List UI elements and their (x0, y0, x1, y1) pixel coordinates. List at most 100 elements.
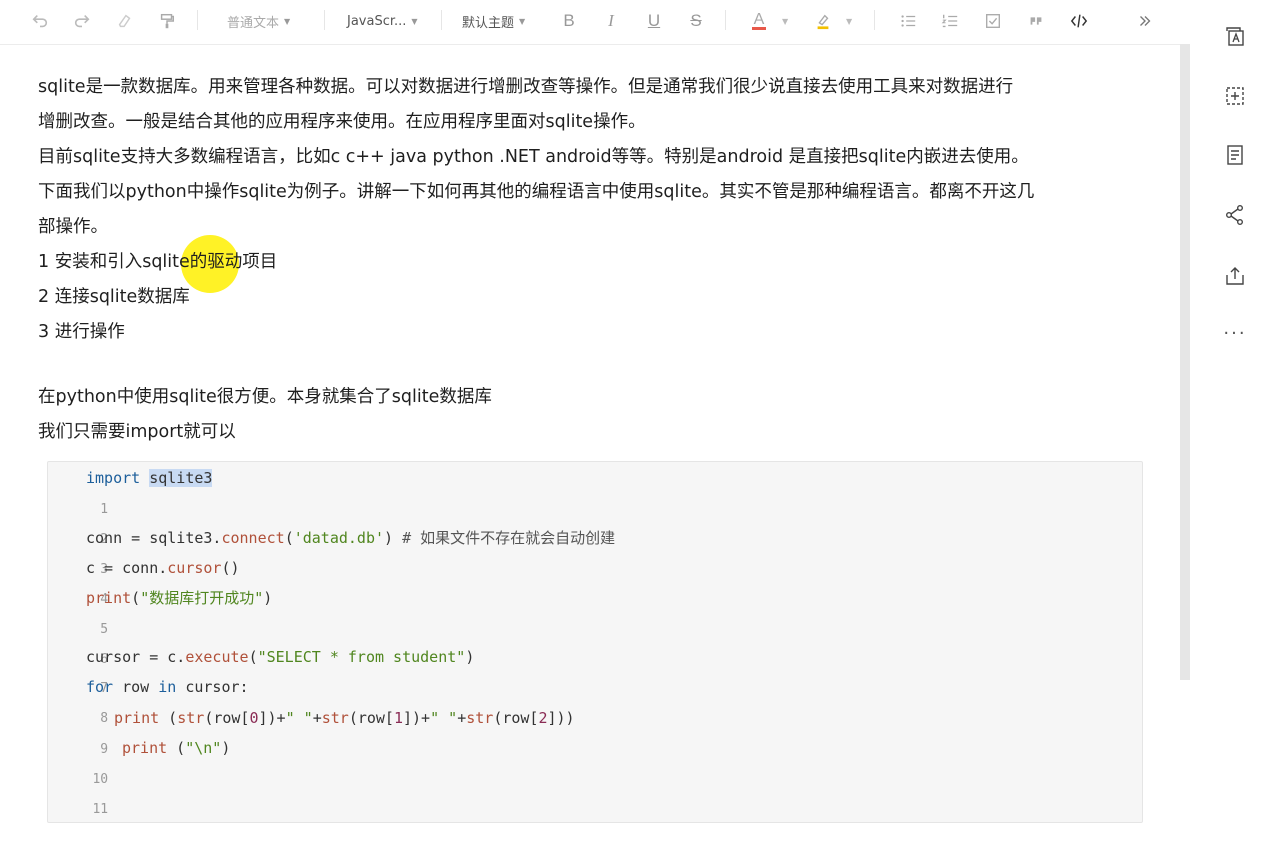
italic-label: I (608, 11, 614, 30)
code-text: ) (221, 739, 231, 757)
toolbar-divider (441, 10, 442, 30)
code-string: "数据库打开成功" (140, 589, 264, 607)
document-outline-icon[interactable] (1223, 143, 1247, 167)
highlight-color-icon[interactable] (810, 8, 836, 34)
checkbox-list-icon[interactable] (980, 8, 1006, 34)
code-line: 11 (48, 763, 1142, 817)
code-language-select[interactable]: JavaScr... ▼ (347, 8, 418, 34)
underline-button[interactable]: U (641, 8, 667, 34)
more-tools-icon[interactable] (1132, 8, 1158, 34)
toolbar-divider (197, 10, 198, 30)
code-number: 2 (538, 709, 548, 727)
font-color-swatch (752, 26, 766, 30)
paragraph: 我们只需要import就可以 (38, 422, 236, 442)
code-line: 6 (48, 613, 1142, 667)
code-line: 10 print ("\n") (48, 733, 1142, 787)
chevron-down-icon[interactable]: ▼ (846, 8, 852, 34)
code-text: (row[ (204, 709, 250, 727)
redo-icon[interactable] (69, 8, 95, 34)
document-body[interactable]: sqlite是一款数据库。用来管理各种数据。可以对数据进行增删改查等操作。但是通… (38, 70, 1158, 450)
code-function: str (321, 709, 349, 727)
strikethrough-button[interactable]: S (683, 8, 709, 34)
chevron-down-icon[interactable]: ▼ (782, 8, 788, 34)
code-function: execute (185, 648, 249, 666)
bullet-list-icon[interactable] (895, 8, 921, 34)
code-string: "SELECT * from student" (257, 648, 466, 666)
code-text: + (457, 709, 467, 727)
code-text: ])+ (403, 709, 431, 727)
code-number: 0 (249, 709, 259, 727)
code-text: cursor = c. (86, 648, 186, 666)
editor-toolbar: 普通文本 ▼ JavaScr... ▼ 默认主题 ▼ B I U S A ▼ ▼ (0, 0, 1180, 45)
code-text: ( (167, 739, 186, 757)
code-text: + (312, 709, 322, 727)
code-text: ( (248, 648, 258, 666)
theme-select[interactable]: 默认主题 ▼ (462, 8, 525, 34)
font-color-label: A (753, 10, 765, 28)
code-language-label: JavaScr... (347, 13, 407, 29)
text-format-icon[interactable] (1223, 24, 1247, 48)
code-text: (row[ (348, 709, 394, 727)
code-line: 4 c = conn.cursor() (48, 553, 1142, 607)
chevron-down-icon: ▼ (411, 16, 418, 26)
code-text: ) (263, 589, 273, 607)
code-line: 8 for row in cursor: (48, 672, 1142, 726)
code-keyword: for (86, 678, 114, 696)
code-text: ( (131, 589, 141, 607)
paragraph-style-label: 普通文本 (227, 15, 280, 31)
code-function: connect (221, 529, 285, 547)
paragraph-style-select[interactable]: 普通文本 ▼ (227, 8, 290, 34)
export-icon[interactable] (1223, 264, 1247, 288)
code-number: 1 (393, 709, 403, 727)
theme-label: 默认主题 (462, 15, 515, 31)
bold-button[interactable]: B (556, 8, 582, 34)
code-function: str (466, 709, 494, 727)
font-color-button[interactable]: A (746, 8, 772, 34)
code-line: 1 import sqlite3 (48, 463, 1142, 517)
code-block-icon[interactable] (1066, 8, 1092, 34)
underline-label: U (647, 11, 661, 30)
code-string: " " (430, 709, 458, 727)
share-icon[interactable] (1223, 203, 1247, 227)
numbered-list-icon[interactable] (937, 8, 963, 34)
code-line: 5 print("数据库打开成功") (48, 583, 1142, 637)
code-function: print (86, 589, 132, 607)
code-text: row (113, 678, 159, 696)
code-function: cursor (167, 559, 222, 577)
code-line: 7 cursor = c.execute("SELECT * from stud… (48, 642, 1142, 696)
toolbar-divider (324, 10, 325, 30)
undo-icon[interactable] (27, 8, 53, 34)
vertical-scrollbar[interactable] (1180, 44, 1190, 680)
insert-block-icon[interactable] (1223, 84, 1247, 108)
toolbar-divider (874, 10, 875, 30)
chevron-down-icon: ▼ (284, 16, 291, 26)
code-text: ( (159, 709, 178, 727)
code-line: 3 conn = sqlite3.connect('datad.db') # 如… (48, 523, 1142, 577)
right-sidebar: ··· (1190, 0, 1280, 800)
list-item: 2 连接sqlite数据库 (38, 287, 190, 307)
code-keyword: in (158, 678, 177, 696)
code-line: 9 print (str(row[0])+" "+str(row[1])+" "… (48, 703, 1142, 757)
code-text: ])+ (258, 709, 286, 727)
italic-button[interactable]: I (598, 8, 624, 34)
code-block[interactable]: 1 import sqlite3 2 3 conn = sqlite3.conn… (47, 461, 1143, 823)
more-options-icon[interactable]: ··· (1223, 321, 1247, 345)
code-line: 2 (48, 493, 1142, 547)
code-text: ) (384, 529, 403, 547)
code-text: cursor: (176, 678, 249, 696)
selected-text: sqlite3 (149, 469, 213, 487)
code-comment: # 如果文件不存在就会自动创建 (402, 529, 616, 547)
bold-label: B (563, 11, 575, 30)
code-function: str (177, 709, 205, 727)
code-text: (row[ (493, 709, 539, 727)
code-string: 'datad.db' (293, 529, 385, 547)
code-text: c = conn. (86, 559, 168, 577)
quote-icon[interactable] (1023, 8, 1049, 34)
format-painter-icon[interactable] (154, 8, 180, 34)
code-text: ( (284, 529, 294, 547)
list-item: 3 进行操作 (38, 322, 125, 342)
eraser-icon[interactable] (112, 8, 138, 34)
strikethrough-label: S (690, 11, 702, 30)
code-text: ) (465, 648, 475, 666)
